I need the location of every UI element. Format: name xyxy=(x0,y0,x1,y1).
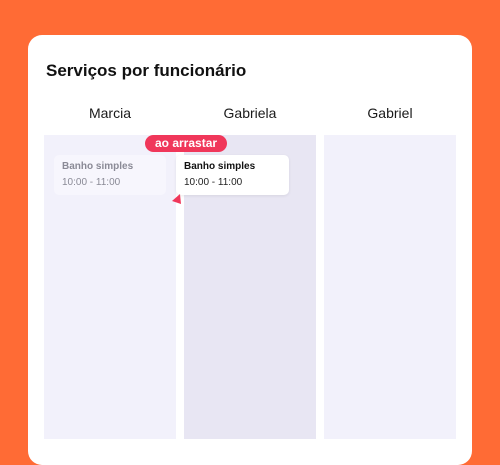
services-card: Serviços por funcionário Marcia Gabriela… xyxy=(28,35,472,465)
drag-badge: ao arrastar xyxy=(145,135,228,152)
cursor-icon xyxy=(172,194,181,204)
event-name: Banho simples xyxy=(62,161,134,172)
event-ghost: Banho simples 10:00 - 11:00 xyxy=(54,155,166,195)
page-title: Serviços por funcionário xyxy=(46,61,247,80)
event-time: 10:00 - 11:00 xyxy=(62,177,121,188)
column-header-gabriela: Gabriela xyxy=(223,105,277,121)
column-header-gabriel: Gabriel xyxy=(367,105,413,121)
event-name: Banho simples xyxy=(184,161,256,172)
column-gabriel[interactable] xyxy=(324,135,456,439)
event-dragging[interactable]: Banho simples 10:00 - 11:00 xyxy=(176,155,289,195)
column-header-marcia: Marcia xyxy=(88,105,131,121)
event-time: 10:00 - 11:00 xyxy=(184,177,243,188)
